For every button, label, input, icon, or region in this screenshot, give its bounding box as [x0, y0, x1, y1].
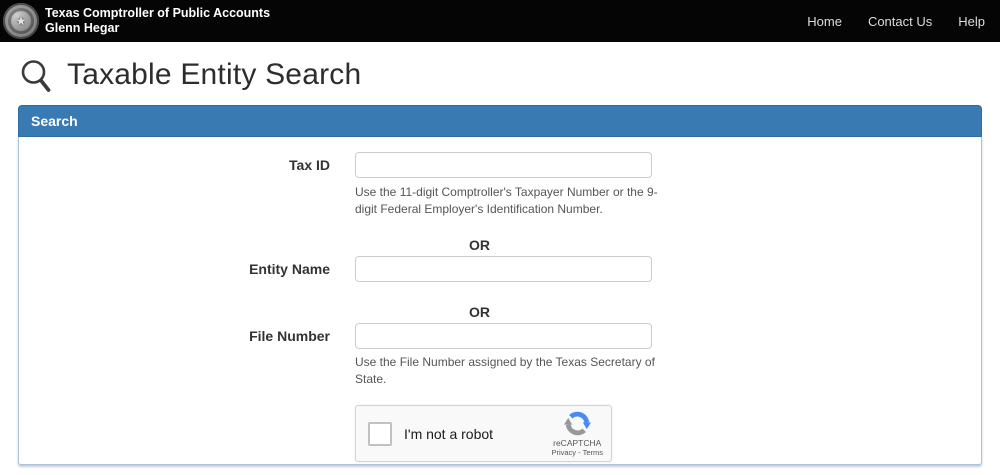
page-title: Taxable Entity Search — [67, 58, 362, 91]
org-name: Texas Comptroller of Public Accounts — [45, 6, 271, 20]
entity-name-row: Entity Name — [19, 256, 981, 282]
or-separator-1: OR — [469, 237, 490, 253]
entity-name-input[interactable] — [355, 256, 652, 282]
top-header: ★ Texas Comptroller of Public Accounts G… — [0, 0, 1000, 42]
brand-area: ★ Texas Comptroller of Public Accounts G… — [0, 3, 270, 39]
brand-text: Texas Comptroller of Public Accounts Gle… — [45, 6, 270, 36]
recaptcha-widget: I'm not a robot reCAPTCHA Privacy - Term… — [355, 405, 612, 462]
recaptcha-brand-name: reCAPTCHA — [553, 437, 602, 448]
recaptcha-links: Privacy - Terms — [551, 448, 603, 457]
nav-link-contact-us[interactable]: Contact Us — [868, 14, 932, 29]
search-panel: Search Tax ID Use the 11-digit Comptroll… — [18, 105, 982, 465]
search-panel-heading: Search — [18, 105, 982, 137]
recaptcha-brand-block: reCAPTCHA Privacy - Terms — [551, 410, 603, 458]
nav-link-help[interactable]: Help — [958, 14, 985, 29]
recaptcha-terms-link[interactable]: Terms — [583, 448, 603, 457]
recaptcha-logo-icon — [563, 411, 591, 435]
file-number-help-text: Use the File Number assigned by the Texa… — [355, 355, 655, 386]
seal-star-icon: ★ — [15, 14, 27, 28]
tax-id-input[interactable] — [355, 152, 652, 178]
file-number-row: File Number — [19, 323, 981, 349]
top-nav: Home Contact Us Help — [807, 14, 985, 29]
recaptcha-checkbox[interactable] — [368, 421, 392, 446]
tax-id-help-text: Use the 11-digit Comptroller's Taxpayer … — [355, 185, 658, 216]
page-head: Taxable Entity Search — [20, 55, 1000, 95]
nav-link-home[interactable]: Home — [807, 14, 842, 29]
search-panel-body: Tax ID Use the 11-digit Comptroller's Ta… — [18, 137, 982, 465]
file-number-label: File Number — [249, 328, 330, 344]
tax-id-row: Tax ID — [19, 152, 981, 178]
recaptcha-checkbox-label: I'm not a robot — [404, 425, 494, 442]
file-number-input[interactable] — [355, 323, 652, 349]
or-separator-2: OR — [469, 304, 490, 320]
search-icon — [21, 60, 51, 92]
entity-name-label: Entity Name — [249, 261, 330, 277]
officer-name: Glenn Hegar — [45, 21, 120, 35]
texas-state-seal-logo: ★ — [3, 3, 39, 39]
tax-id-label: Tax ID — [289, 157, 330, 173]
recaptcha-privacy-link[interactable]: Privacy — [551, 448, 576, 457]
